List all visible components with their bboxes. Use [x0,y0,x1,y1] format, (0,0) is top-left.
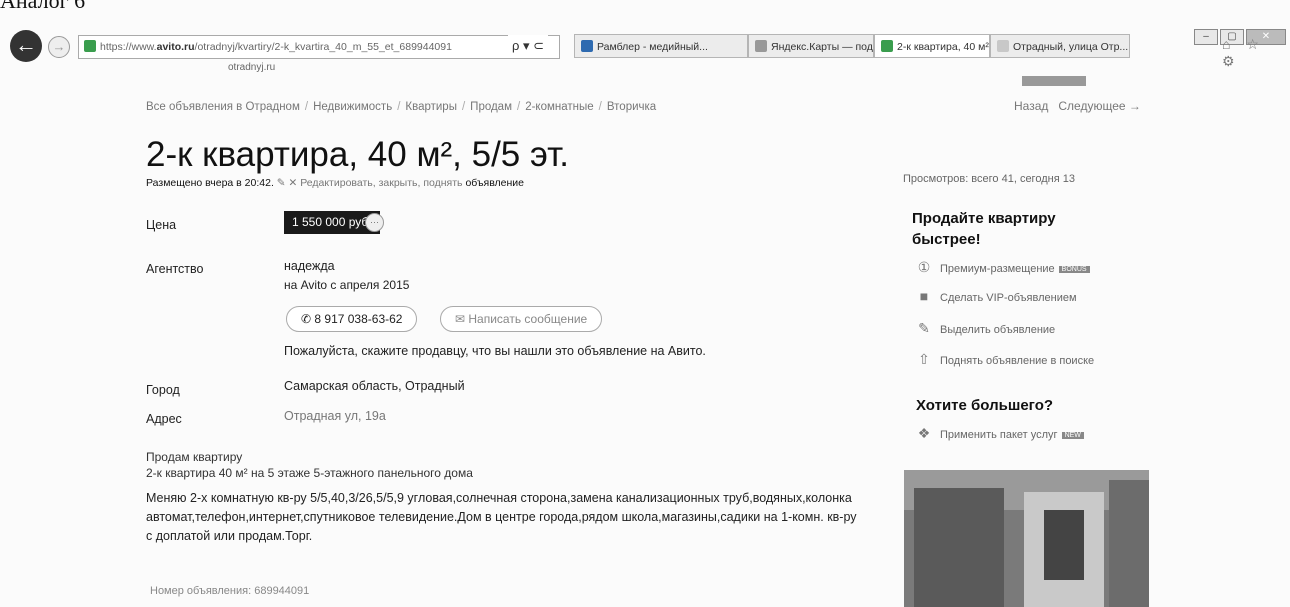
breadcrumb-item[interactable]: Вторичка [607,101,656,113]
apply-package-link[interactable]: ❖ Применить пакет услуг NEW [914,425,1084,442]
back-arrow-icon[interactable]: ← [10,30,42,62]
browser-toolbar-icons[interactable]: ⌂ ☆ ⚙ [1222,36,1290,70]
highlight-icon: ✎ [918,320,930,336]
write-message-button[interactable]: ✉ Написать сообщение [440,306,603,332]
description-title: Продам квартиру [146,450,243,464]
breadcrumb-item[interactable]: Квартиры [405,101,457,113]
breadcrumb-separator: / [461,101,466,113]
agency-since: на Avito с апреля 2015 [284,278,410,292]
breadcrumb-item[interactable]: Недвижимость [313,101,392,113]
breadcrumb-separator: / [397,101,401,113]
breadcrumb-item[interactable]: 2-комнатные [525,101,593,113]
breadcrumb-item[interactable]: Все объявления в Отрадном [146,101,300,113]
site-subtitle: otradnyj.ru [228,62,276,73]
rambler-tab-icon [581,40,593,52]
url-path: /otradnyj/kvartiry/2-k_kvartira_40_m_55_… [194,41,452,53]
highlight-listing-link[interactable]: ✎ Выделить объявление [914,320,1055,337]
page-tab-icon [997,40,1009,52]
want-more-title: Хотите большего? [916,397,1054,414]
view-count: Просмотров: всего 41, сегодня 13 [903,173,1075,185]
forward-arrow-icon[interactable]: → [48,36,70,58]
breadcrumb-separator: / [304,101,309,113]
vip-placement-link[interactable]: ■ Сделать VIP-объявлением [914,288,1077,304]
description-body: Меняю 2-х комнатную кв-ру 5/5,40,3/26,5/… [146,491,857,543]
price-info-icon[interactable]: ⋯ [365,213,384,232]
edit-links[interactable]: ✎ ✕ Редактировать, закрыть, поднять [277,177,463,189]
premium-placement-link[interactable]: ① Премиум-размещение BONUS [914,259,1090,276]
premium-icon: ① [917,259,931,275]
yandex-maps-tab-icon [755,40,767,52]
photo-cabinet [914,488,1004,607]
agency-label: Агентство [146,262,204,276]
raise-listing-link[interactable]: ⇧ Поднять объявление в поиске [914,351,1094,368]
new-badge: NEW [1061,432,1084,439]
agency-name[interactable]: надежда [284,259,335,273]
raise-icon: ⇧ [918,351,930,367]
tab-avito-active[interactable]: 2-к квартира, 40 м²... × [874,34,990,58]
breadcrumb: Все объявления в Отрадном / Недвижимость / К… [146,101,656,113]
next-link[interactable]: Следующее → [1058,99,1141,113]
tab-otradny-street[interactable]: Отрадный, улица Отр... [990,34,1130,58]
price-label: Цена [146,218,177,232]
city-label: Город [146,383,180,397]
address-bar[interactable]: https://www.avito.ru/otradnyj/kvartiry/2… [78,35,560,59]
address-label: Адрес [146,412,182,426]
bonus-badge: BONUS [1058,266,1090,273]
package-icon: ❖ [917,425,931,441]
posted-suffix: объявление [465,177,525,189]
breadcrumb-separator: / [517,101,521,113]
photo-shelf [1109,480,1149,607]
listing-photo[interactable] [904,470,1149,607]
breadcrumb-item[interactable]: Продам [470,101,512,113]
city-value: Самарская область, Отрадный [284,379,465,393]
page-title: 2-к квартира, 40 м², 5/5 эт. [146,135,569,174]
breadcrumb-separator: / [598,101,602,113]
page-caption: Аналог 6 [0,0,86,13]
photo-window [1044,510,1084,580]
posted-info: Размещено вчера в 20:42. ✎ ✕ Редактирова… [146,177,524,189]
sell-faster-title: Продайте квартиру быстрее! [912,210,1056,248]
back-link[interactable]: Назад [1014,99,1048,113]
url-domain: avito.ru [156,41,195,53]
header-pill[interactable] [1022,76,1086,86]
listing-number: Номер объявления: 689944091 [150,585,310,597]
avito-tab-icon [881,40,893,52]
address-value[interactable]: Отрадная ул, 19а [284,409,386,423]
phone-button[interactable]: ✆ 8 917 038-63-62 [286,306,418,332]
tab-rambler[interactable]: Рамблер - медийный... [574,34,748,58]
url-prefix: https://www. [100,41,157,53]
vip-icon: ■ [919,288,929,304]
address-tools[interactable]: ρ ▾ ⊂ [508,35,549,57]
minimize-icon[interactable]: – [1194,29,1218,45]
description-subtitle: 2-к квартира 40 м² на 5 этаже 5-этажного… [146,466,473,480]
seller-note: Пожалуйста, скажите продавцу, что вы наш… [284,344,706,358]
posted-date: Размещено вчера в 20:42. [146,177,274,189]
site-favicon-icon [84,40,96,52]
listing-navigation: Назад Следующее → [1014,99,1151,113]
tab-yandex-maps[interactable]: Яндекс.Карты — подр... [748,34,874,58]
